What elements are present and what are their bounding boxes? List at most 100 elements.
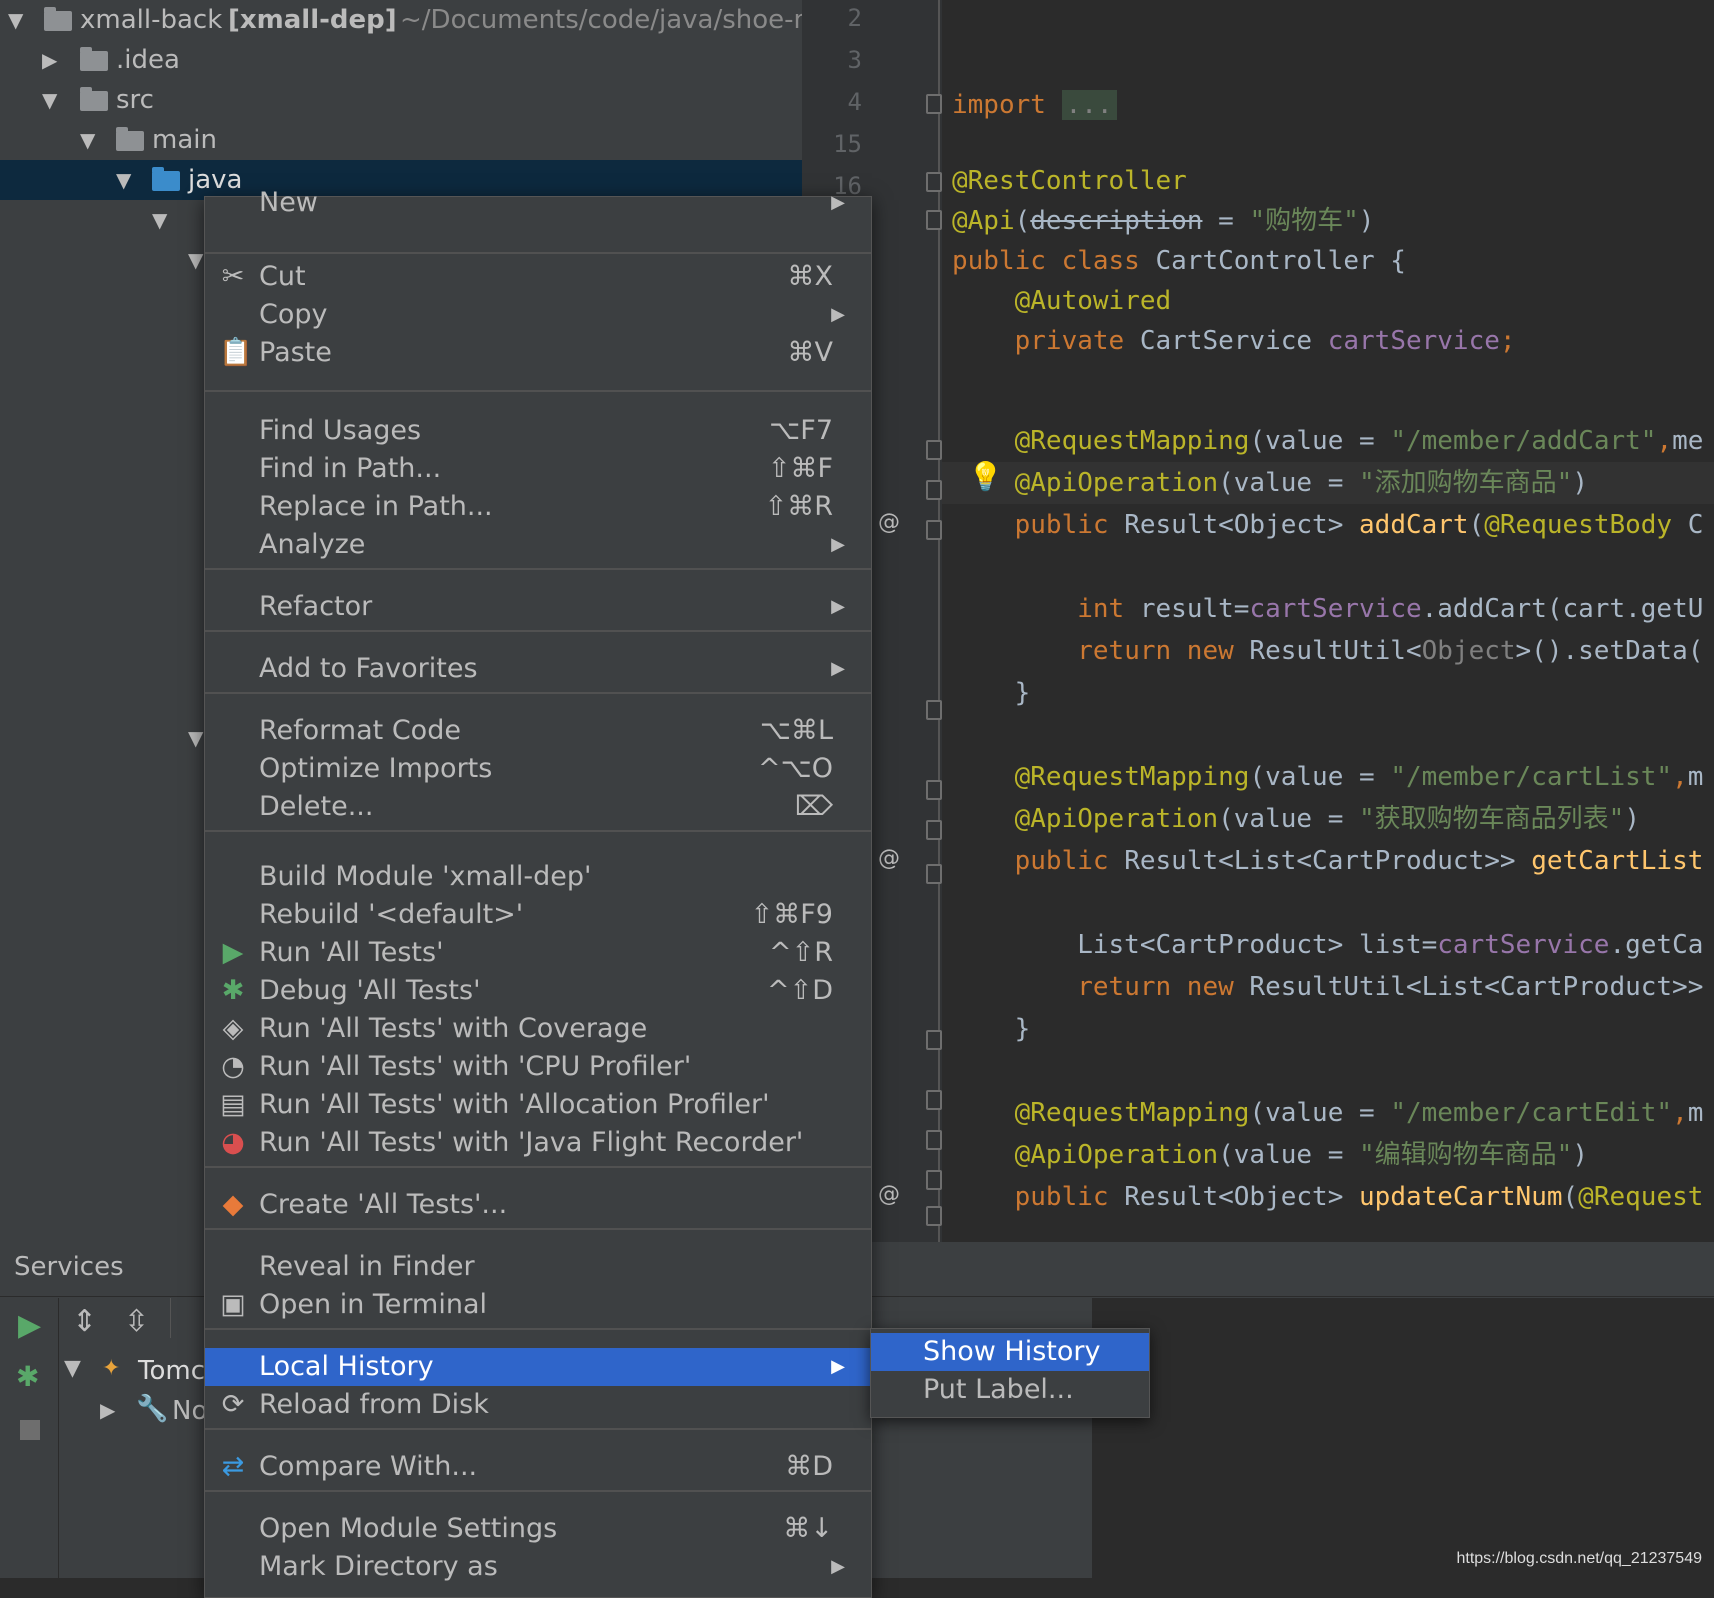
menu-item-open-module-settings[interactable]: Open Module Settings ⌘↓: [205, 1510, 871, 1548]
code-line[interactable]: import ...: [952, 84, 1117, 126]
code-line[interactable]: @ApiOperation(value = "编辑购物车商品"): [952, 1134, 1588, 1176]
implementation-icon[interactable]: @: [878, 510, 900, 535]
menu-item-debug-all-tests[interactable]: ✱ Debug 'All Tests' ^⇧D: [205, 972, 871, 1010]
menu-item-optimize-imports[interactable]: Optimize Imports ^⌥O: [205, 750, 871, 788]
code-token: updateCartNum: [1359, 1182, 1563, 1212]
lightbulb-icon[interactable]: 💡: [968, 460, 1003, 493]
code-line[interactable]: }: [952, 1008, 1031, 1050]
fold-marker-icon[interactable]: [926, 864, 942, 884]
code-line[interactable]: public Result<Object> addCart(@RequestBo…: [952, 504, 1704, 546]
code-line[interactable]: @Autowired: [952, 280, 1172, 322]
menu-separator: [205, 630, 871, 632]
debug-icon[interactable]: ✱: [16, 1360, 39, 1393]
menu-item-open-in-terminal[interactable]: ▣ Open in Terminal: [205, 1286, 871, 1324]
menu-item-add-to-favorites[interactable]: Add to Favorites ▶: [205, 650, 871, 688]
expand-arrow-icon[interactable]: ▼: [80, 120, 95, 160]
fold-marker-icon[interactable]: [926, 440, 942, 460]
code-line[interactable]: @RequestMapping(value = "/member/addCart…: [952, 420, 1704, 462]
code-line[interactable]: @RequestMapping(value = "/member/cartLis…: [952, 756, 1704, 798]
expand-arrow-icon[interactable]: ▼: [64, 1356, 81, 1381]
menu-item-paste[interactable]: 📋 Paste ⌘V: [205, 334, 871, 372]
menu-item-refactor[interactable]: Refactor ▶: [205, 588, 871, 626]
run-icon[interactable]: ▶: [18, 1308, 41, 1343]
code-line[interactable]: int result=cartService.addCart(cart.getU: [952, 588, 1703, 630]
fold-marker-icon[interactable]: [926, 172, 942, 192]
code-token: Result<List<CartProduct>>: [1124, 846, 1532, 876]
expand-arrow-icon[interactable]: ▼: [188, 718, 203, 758]
menu-item-label: Run 'All Tests' with 'CPU Profiler': [259, 1051, 692, 1082]
fold-marker-icon[interactable]: [926, 210, 942, 230]
implementation-icon[interactable]: @: [878, 846, 900, 871]
expand-arrow-icon[interactable]: ▼: [116, 160, 131, 200]
fold-marker-icon[interactable]: [926, 1130, 942, 1150]
menu-item-find-in-path[interactable]: Find in Path... ⇧⌘F: [205, 450, 871, 488]
root-module: [xmall-dep]: [228, 5, 397, 35]
fold-marker-icon[interactable]: [926, 520, 942, 540]
fold-marker-icon[interactable]: [926, 480, 942, 500]
code-line[interactable]: public Result<List<CartProduct>> getCart…: [952, 840, 1704, 882]
code-token: List<CartProduct> list=: [952, 930, 1438, 960]
menu-item-reload-from-disk[interactable]: ⟳ Reload from Disk: [205, 1386, 871, 1424]
expand-arrow-icon[interactable]: ▼: [188, 240, 203, 280]
menu-item-local-history[interactable]: Local History ▶: [205, 1348, 871, 1386]
service-item-tomcat[interactable]: Tomc: [138, 1356, 205, 1386]
code-token: "获取购物车商品列表": [1359, 804, 1625, 834]
expand-arrow-icon[interactable]: ▼: [42, 80, 57, 120]
menu-item-rebuild-default[interactable]: Rebuild '<default>' ⇧⌘F9: [205, 896, 871, 934]
fold-marker-icon[interactable]: [926, 700, 942, 720]
menu-item-compare-with[interactable]: ⇄ Compare With... ⌘D: [205, 1448, 871, 1486]
menu-item-copy[interactable]: Copy ▶: [205, 296, 871, 334]
submenu-arrow-icon: ▶: [831, 534, 845, 555]
collapse-arrow-icon[interactable]: ▶: [100, 1398, 115, 1422]
fold-marker-icon[interactable]: [926, 1030, 942, 1050]
collapse-arrow-icon[interactable]: ▶: [42, 40, 57, 80]
service-item-no[interactable]: No: [172, 1396, 207, 1426]
fold-marker-icon[interactable]: [926, 1090, 942, 1110]
menu-item-create-all-tests[interactable]: ◆ Create 'All Tests'...: [205, 1186, 871, 1224]
fold-marker-icon[interactable]: [926, 1206, 942, 1226]
code-line[interactable]: List<CartProduct> list=cartService.getCa: [952, 924, 1703, 966]
fold-marker-icon[interactable]: [926, 1170, 942, 1190]
menu-item-find-usages[interactable]: Find Usages ⌥F7: [205, 412, 871, 450]
stop-icon[interactable]: [20, 1420, 40, 1440]
menu-item-cut[interactable]: ✂ Cut ⌘X: [205, 258, 871, 296]
fold-marker-icon[interactable]: [926, 94, 942, 114]
code-line[interactable]: private CartService cartService;: [952, 320, 1516, 362]
code-line[interactable]: }: [952, 672, 1031, 714]
fold-marker-icon[interactable]: [926, 780, 942, 800]
fold-marker-icon[interactable]: [926, 820, 942, 840]
code-line[interactable]: @ApiOperation(value = "获取购物车商品列表"): [952, 798, 1640, 840]
menu-item-mark-directory-as[interactable]: Mark Directory as ▶: [205, 1548, 871, 1586]
menu-item-shortcut: ⌘V: [787, 337, 833, 368]
put-label-item[interactable]: Put Label...: [871, 1371, 1149, 1409]
code-line[interactable]: @Api(description = "购物车"): [952, 200, 1374, 242]
code-line[interactable]: return new ResultUtil<Object>().setData(: [952, 630, 1703, 672]
menu-item-reveal-in-finder[interactable]: Reveal in Finder: [205, 1248, 871, 1286]
show-history-item[interactable]: Show History: [871, 1333, 1149, 1371]
menu-item-new[interactable]: New ▶: [205, 184, 871, 222]
code-line[interactable]: public Result<Object> updateCartNum(@Req…: [952, 1176, 1704, 1218]
expand-arrow-icon[interactable]: ▼: [152, 200, 167, 240]
code-line[interactable]: return new ResultUtil<List<CartProduct>>: [952, 966, 1703, 1008]
implementation-icon[interactable]: @: [878, 1182, 900, 1207]
menu-item-analyze[interactable]: Analyze ▶: [205, 526, 871, 564]
menu-item-reformat-code[interactable]: Reformat Code ⌥⌘L: [205, 712, 871, 750]
expand-arrow-icon[interactable]: ▼: [8, 0, 23, 40]
menu-item-run-all-tests-with-cpu-profiler[interactable]: ◔ Run 'All Tests' with 'CPU Profiler': [205, 1048, 871, 1086]
code-line[interactable]: @ApiOperation(value = "添加购物车商品"): [952, 462, 1588, 504]
menu-item-run-all-tests-with-java-flight-recorder[interactable]: ◕ Run 'All Tests' with 'Java Flight Recor…: [205, 1124, 871, 1162]
menu-item-build-module-xmall-dep[interactable]: Build Module 'xmall-dep': [205, 858, 871, 896]
code-line[interactable]: public class CartController {: [952, 240, 1406, 282]
expand-all-icon[interactable]: ⇕: [72, 1304, 97, 1339]
menu-item-run-all-tests[interactable]: ▶ Run 'All Tests' ^⇧R: [205, 934, 871, 972]
folder-icon: [80, 47, 108, 71]
code-line[interactable]: @RequestMapping(value = "/member/cartEdi…: [952, 1092, 1704, 1134]
code-line[interactable]: @RestController: [952, 160, 1187, 202]
menu-item-run-all-tests-with-coverage[interactable]: ◈ Run 'All Tests' with Coverage: [205, 1010, 871, 1048]
menu-item-delete[interactable]: Delete... ⌦: [205, 788, 871, 826]
menu-separator: [205, 252, 871, 254]
menu-item-run-all-tests-with-allocation-profiler[interactable]: ▤ Run 'All Tests' with 'Allocation Profil…: [205, 1086, 871, 1124]
collapse-all-icon[interactable]: ⇳: [124, 1304, 149, 1339]
submenu-arrow-icon: ▶: [831, 304, 845, 325]
menu-item-replace-in-path[interactable]: Replace in Path... ⇧⌘R: [205, 488, 871, 526]
